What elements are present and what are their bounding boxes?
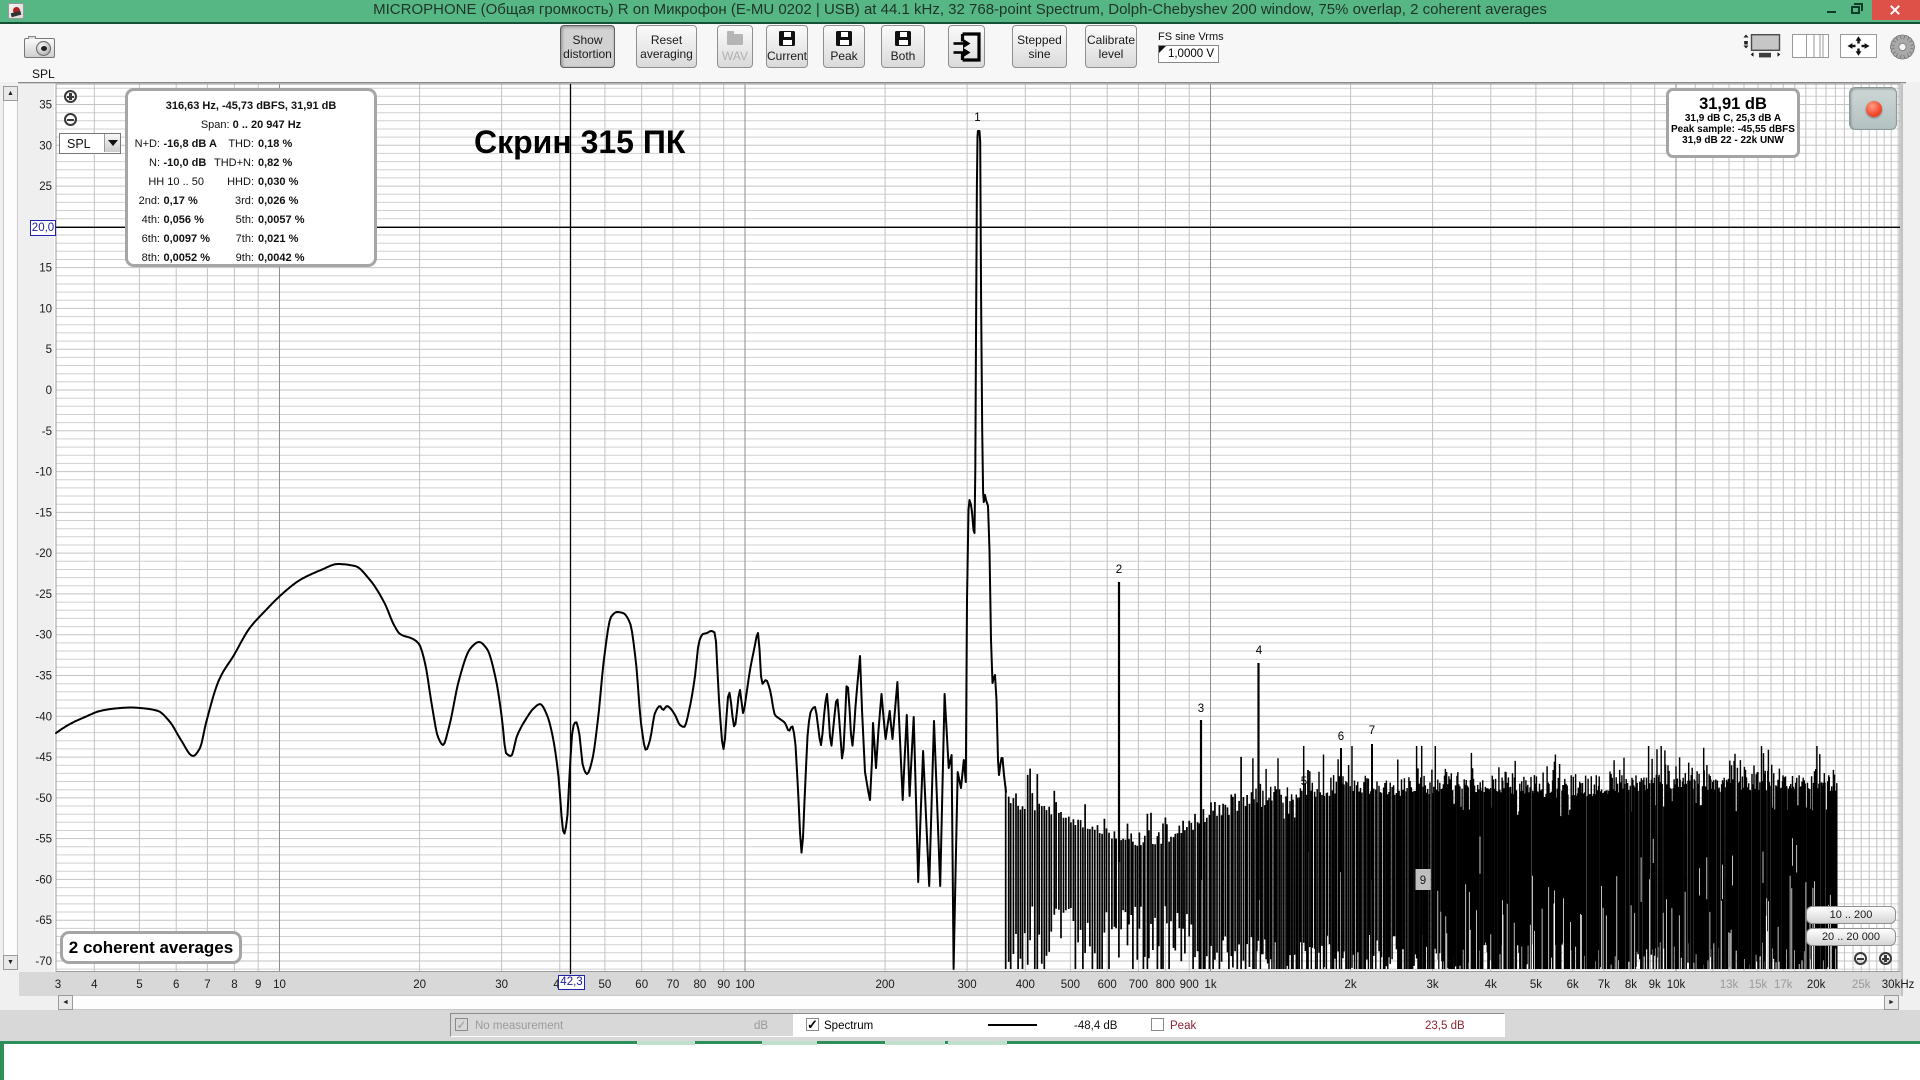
svg-text:400: 400 xyxy=(1016,979,1035,991)
svg-text:-20: -20 xyxy=(35,548,52,560)
svg-text:10: 10 xyxy=(39,303,52,315)
svg-text:8k: 8k xyxy=(1625,979,1637,991)
svg-text:9: 9 xyxy=(1420,875,1426,887)
svg-text:5: 5 xyxy=(136,979,142,991)
svg-text:9: 9 xyxy=(255,979,261,991)
svg-text:-55: -55 xyxy=(35,834,52,846)
svg-text:13k: 13k xyxy=(1720,979,1739,991)
svg-text:8: 8 xyxy=(231,979,237,991)
svg-text:1: 1 xyxy=(974,112,980,124)
svg-text:4: 4 xyxy=(91,979,98,991)
svg-text:35: 35 xyxy=(39,100,52,112)
svg-text:1k: 1k xyxy=(1204,979,1216,991)
svg-text:6: 6 xyxy=(173,979,179,991)
svg-text:200: 200 xyxy=(876,979,895,991)
svg-text:-30: -30 xyxy=(35,630,52,642)
svg-text:-35: -35 xyxy=(35,671,52,683)
svg-text:800: 800 xyxy=(1156,979,1175,991)
svg-text:100: 100 xyxy=(735,979,754,991)
svg-text:7k: 7k xyxy=(1598,979,1610,991)
svg-text:10k: 10k xyxy=(1667,979,1686,991)
svg-text:900: 900 xyxy=(1180,979,1199,991)
svg-text:2k: 2k xyxy=(1345,979,1357,991)
svg-text:50: 50 xyxy=(599,979,612,991)
svg-text:30kHz: 30kHz xyxy=(1882,979,1915,991)
svg-text:-40: -40 xyxy=(35,711,52,723)
svg-text:7: 7 xyxy=(204,979,210,991)
svg-text:90: 90 xyxy=(717,979,730,991)
svg-text:10: 10 xyxy=(273,979,286,991)
svg-text:7: 7 xyxy=(1369,725,1375,737)
svg-text:6k: 6k xyxy=(1567,979,1579,991)
svg-text:17k: 17k xyxy=(1774,979,1793,991)
svg-text:3: 3 xyxy=(55,979,61,991)
svg-text:70: 70 xyxy=(667,979,680,991)
svg-text:8: 8 xyxy=(1396,795,1402,807)
svg-text:6: 6 xyxy=(1338,731,1344,743)
svg-text:25k: 25k xyxy=(1852,979,1871,991)
svg-text:700: 700 xyxy=(1129,979,1148,991)
svg-text:-45: -45 xyxy=(35,752,52,764)
svg-text:-15: -15 xyxy=(35,507,52,519)
svg-text:0: 0 xyxy=(46,385,52,397)
svg-text:3k: 3k xyxy=(1427,979,1439,991)
svg-text:5: 5 xyxy=(1301,776,1307,788)
svg-text:15: 15 xyxy=(39,263,52,275)
svg-text:-65: -65 xyxy=(35,915,52,927)
svg-text:5k: 5k xyxy=(1530,979,1542,991)
svg-text:4k: 4k xyxy=(1485,979,1497,991)
svg-text:15k: 15k xyxy=(1749,979,1768,991)
svg-text:60: 60 xyxy=(635,979,648,991)
svg-text:500: 500 xyxy=(1061,979,1080,991)
svg-text:9k: 9k xyxy=(1649,979,1661,991)
svg-text:2: 2 xyxy=(1116,564,1122,576)
svg-text:-5: -5 xyxy=(42,426,52,438)
svg-text:20: 20 xyxy=(413,979,426,991)
svg-text:-70: -70 xyxy=(35,956,52,968)
svg-text:300: 300 xyxy=(958,979,977,991)
svg-text:-25: -25 xyxy=(35,589,52,601)
svg-text:4: 4 xyxy=(1256,645,1263,657)
svg-text:30: 30 xyxy=(495,979,508,991)
svg-text:5: 5 xyxy=(46,344,52,356)
svg-text:-60: -60 xyxy=(35,874,52,886)
svg-text:600: 600 xyxy=(1098,979,1117,991)
svg-text:-10: -10 xyxy=(35,467,52,479)
svg-text:20k: 20k xyxy=(1807,979,1826,991)
svg-text:3: 3 xyxy=(1198,703,1204,715)
svg-text:80: 80 xyxy=(694,979,707,991)
svg-text:30: 30 xyxy=(39,140,52,152)
svg-text:25: 25 xyxy=(39,181,52,193)
svg-text:-50: -50 xyxy=(35,793,52,805)
